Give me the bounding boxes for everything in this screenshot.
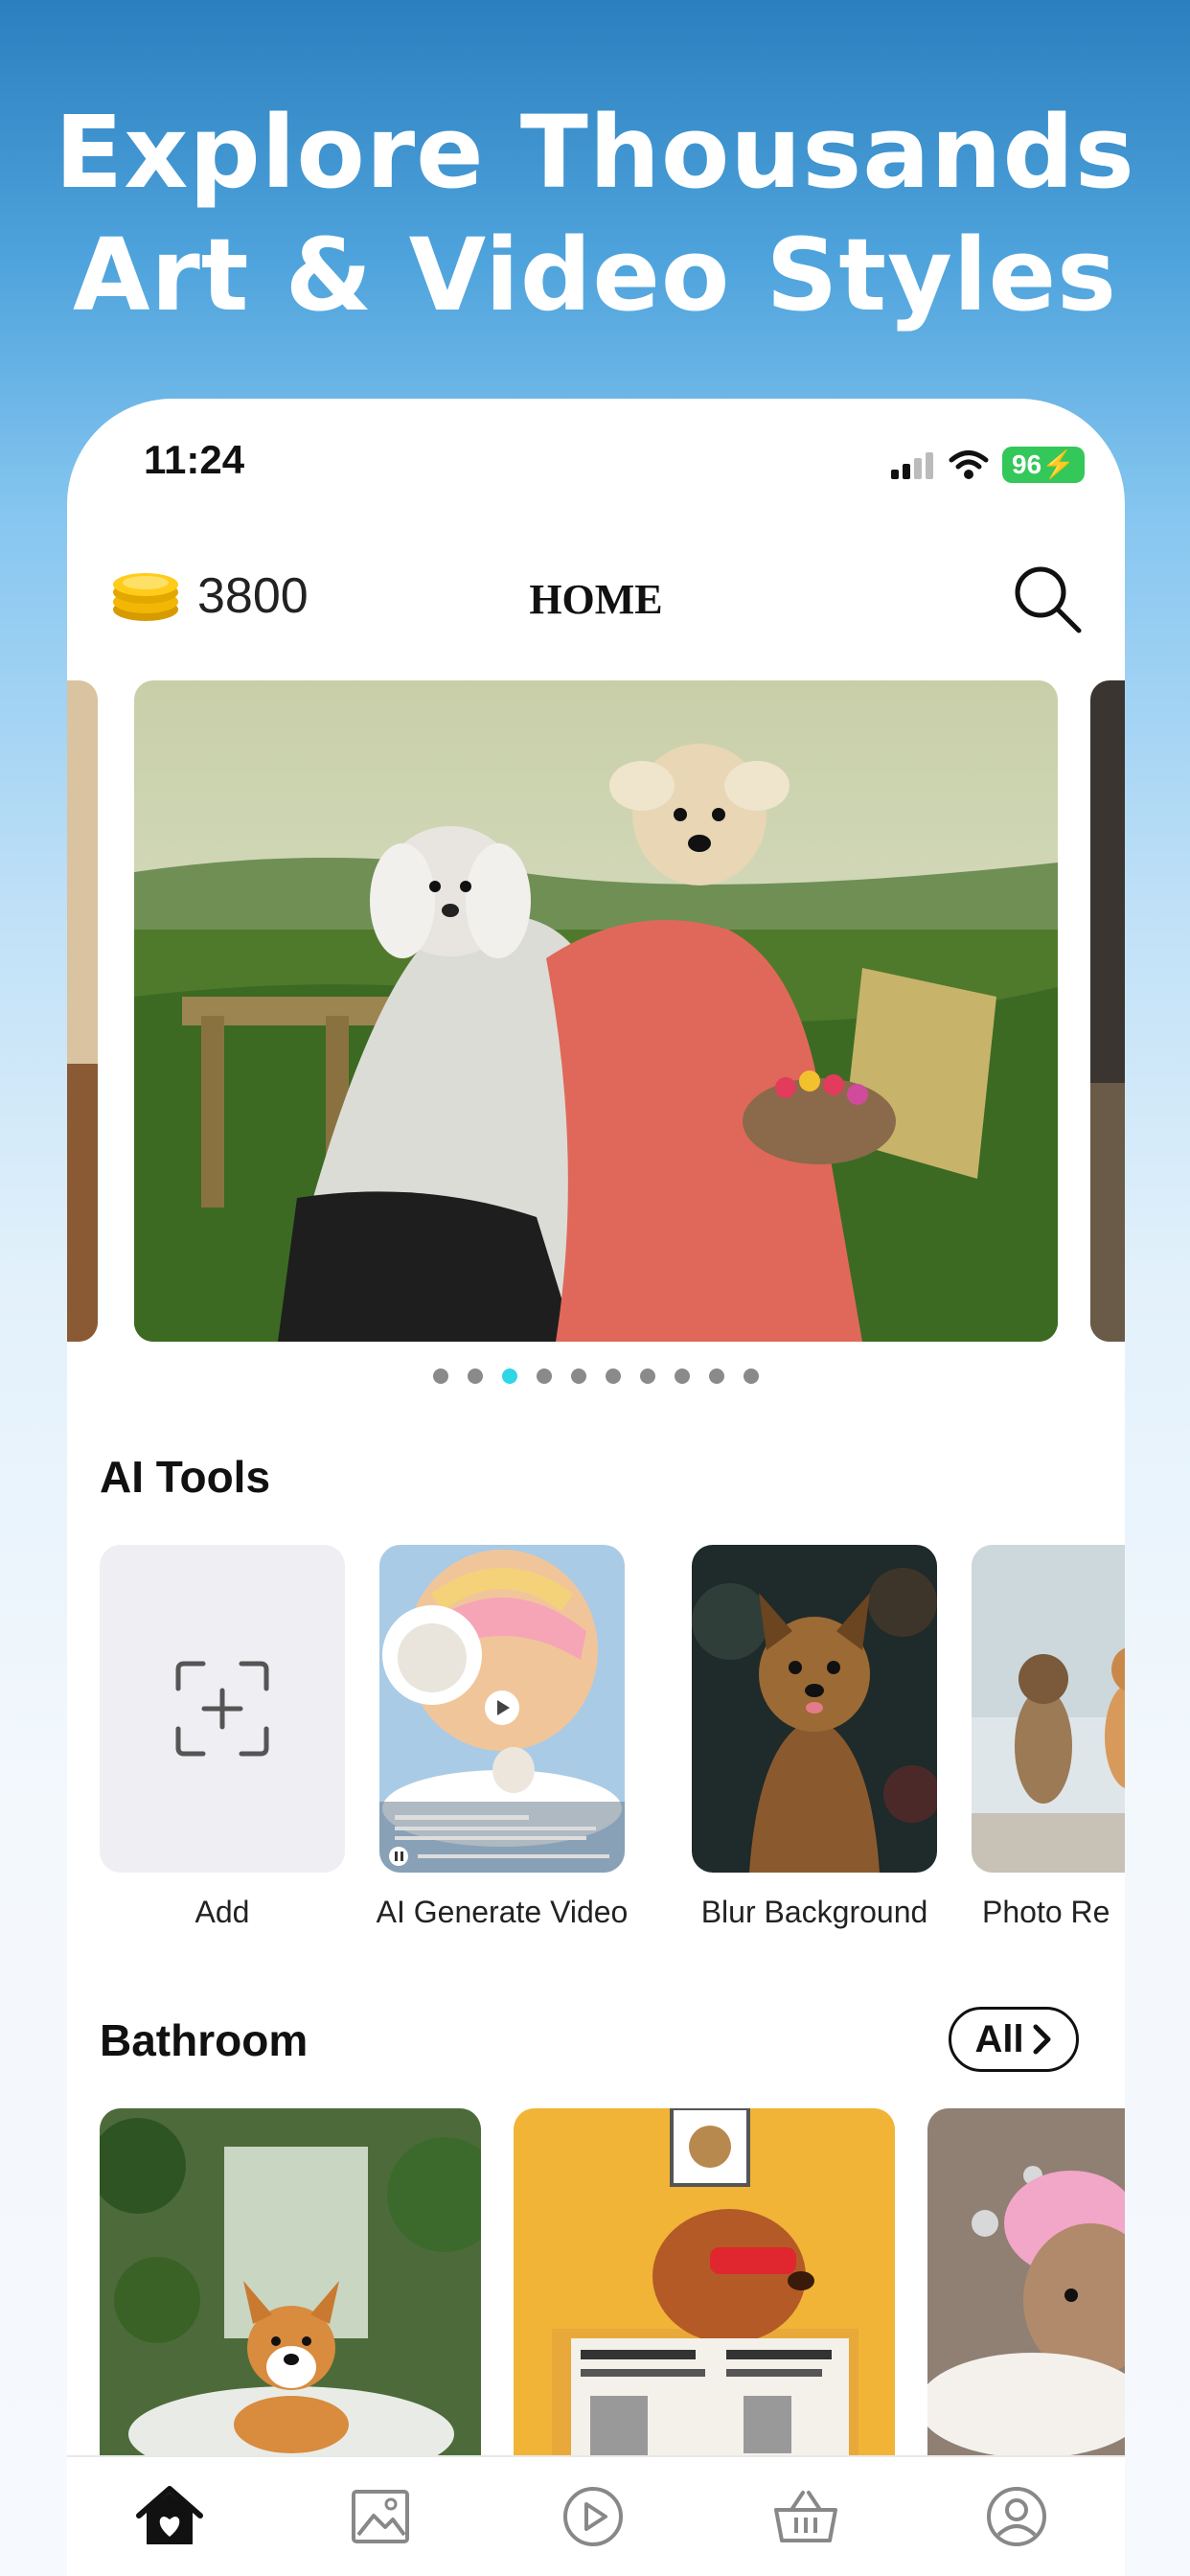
carousel-dot[interactable] [468,1368,483,1384]
bathroom-heading: Bathroom [100,2015,309,2065]
page-title: HOME [529,576,663,623]
ai-generate-video-label: AI Generate Video [376,1895,629,1929]
carousel-slide-main[interactable] [134,680,1058,1342]
phone-screen: 11:24 96⚡ 3800 HOME AI Tools Add AI Gene… [67,399,1125,2576]
headline: Explore Thousands Art & Video Styles [0,91,1190,336]
blur-background-card[interactable] [692,1545,937,1873]
carousel-slide-previous[interactable] [67,680,98,1342]
tab-profile[interactable] [973,2478,1060,2555]
charging-bolt-icon: ⚡ [1041,449,1075,479]
carousel-pagination [67,1368,1125,1384]
cat-bath-image [927,2108,1125,2472]
featured-dog-portrait-image [134,680,1058,1342]
battery-level: 96 [1011,449,1042,479]
headline-line-2: Art & Video Styles [72,217,1118,334]
ai-generate-video-card[interactable] [379,1545,625,1873]
status-time: 11:24 [144,437,245,482]
photo-restore-preview-image [972,1545,1125,1873]
profile-icon [987,2487,1046,2546]
all-label: All [974,2017,1024,2060]
play-icon [563,2487,623,2546]
cellular-signal-icon [890,452,933,479]
tab-home[interactable] [126,2478,213,2555]
add-photo-icon [175,1661,269,1757]
add-tool-label: Add [195,1895,250,1929]
tab-videos[interactable] [550,2478,636,2555]
carousel-dot[interactable] [537,1368,552,1384]
photo-restore-label: Photo Re [982,1895,1110,1929]
bathroom-card-corgi[interactable] [100,2108,481,2472]
carousel-dot[interactable] [571,1368,586,1384]
newspaper-dog-image [514,2108,895,2472]
next-slide-image [1090,680,1125,1342]
status-indicators: 96⚡ [890,447,1085,483]
ai-video-preview-image [379,1545,625,1873]
carousel-dot[interactable] [675,1368,690,1384]
carousel-slide-next[interactable] [1090,680,1125,1342]
carousel-dot[interactable] [433,1368,448,1384]
previous-slide-image [67,680,98,1342]
bathroom-all-button[interactable]: All [949,2007,1079,2072]
bathroom-card-newspaper-dog[interactable] [514,2108,895,2472]
gallery-icon [352,2490,409,2543]
tab-shop[interactable] [763,2478,849,2555]
home-icon [136,2486,203,2544]
wifi-icon [949,450,989,479]
carousel-dot[interactable] [606,1368,621,1384]
search-button[interactable] [1010,562,1083,639]
search-icon [1015,566,1082,633]
carousel-dot[interactable] [744,1368,759,1384]
bottom-tab-bar [67,2455,1125,2576]
chevron-right-icon [1033,2024,1051,2055]
photo-restore-card[interactable] [972,1545,1125,1873]
blur-background-label: Blur Background [700,1895,928,1929]
carousel-dot[interactable] [709,1368,724,1384]
carousel-dot[interactable] [640,1368,655,1384]
headline-line-1: Explore Thousands [55,94,1135,211]
top-bar: 3800 HOME [67,542,1125,638]
battery-indicator: 96⚡ [1001,447,1085,483]
corgi-bath-image [100,2108,481,2472]
ai-tools-heading: AI Tools [100,1452,271,1502]
add-tool-card[interactable] [100,1545,345,1873]
basket-icon [774,2491,837,2542]
blur-background-preview-image [692,1545,937,1873]
bathroom-card-cat[interactable] [927,2108,1125,2472]
carousel-dot[interactable] [502,1368,517,1384]
tab-gallery[interactable] [337,2478,423,2555]
